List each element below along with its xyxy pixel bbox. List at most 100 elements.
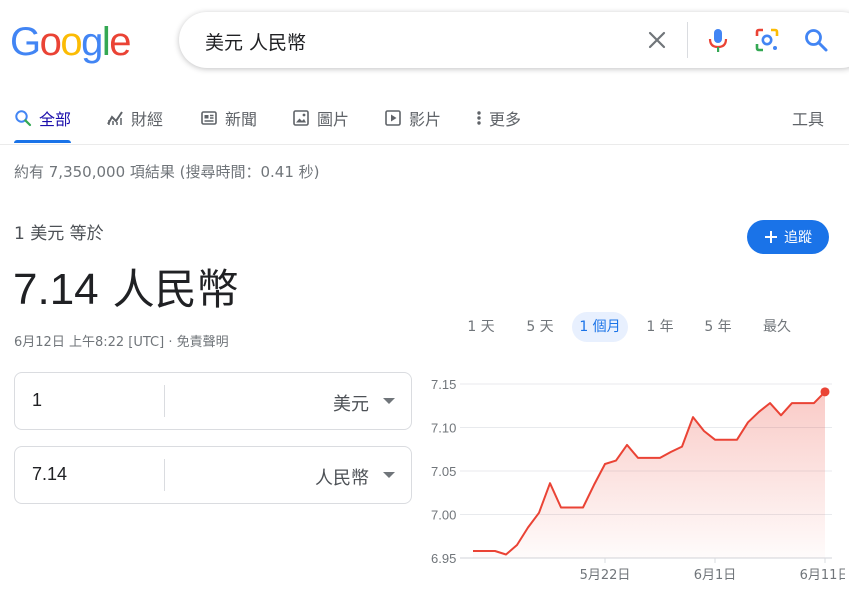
current-rate-point xyxy=(820,387,830,397)
rate-point xyxy=(791,402,793,404)
rate-point xyxy=(538,512,540,514)
follow-button[interactable]: 追蹤 xyxy=(747,220,829,254)
rate-point xyxy=(813,402,815,404)
field-divider xyxy=(164,385,165,417)
result-amount: 7.14 xyxy=(13,265,99,314)
y-tick-label: 7.10 xyxy=(431,421,456,436)
range-5-year[interactable]: 5 年 xyxy=(698,312,738,342)
rate-point xyxy=(736,438,738,440)
tab-images-label: 圖片 xyxy=(317,110,350,129)
range-1-day[interactable]: 1 天 xyxy=(462,312,500,342)
tab-finance-label: 財經 xyxy=(131,110,164,129)
close-icon xyxy=(648,31,666,49)
logo-letter: e xyxy=(109,20,131,64)
range-max[interactable]: 最久 xyxy=(758,312,796,342)
finance-icon xyxy=(107,111,123,125)
tab-all-label: 全部 xyxy=(39,110,72,129)
rate-point xyxy=(692,416,694,418)
search-icon xyxy=(15,110,32,127)
y-tick-label: 7.00 xyxy=(431,508,456,523)
rate-point xyxy=(582,506,584,508)
follow-label: 追蹤 xyxy=(784,230,812,246)
from-currency-select[interactable]: 美元 xyxy=(333,390,369,416)
conversion-equals-text: 1 美元 等於 xyxy=(14,224,104,244)
logo-letter: o xyxy=(60,20,82,64)
x-tick-label: 6月11日 xyxy=(800,568,845,583)
google-logo[interactable]: Google xyxy=(10,20,131,64)
conversion-result: 7.14 人民幣 xyxy=(13,256,239,317)
range-5-day[interactable]: 5 天 xyxy=(520,312,560,342)
search-input[interactable]: 美元 人民幣 xyxy=(205,28,306,55)
tab-videos[interactable]: 影片 xyxy=(384,106,441,130)
search-icon xyxy=(805,29,828,52)
rate-point xyxy=(560,506,562,508)
y-tick-label: 7.05 xyxy=(431,464,456,479)
tab-all[interactable]: 全部 xyxy=(14,106,72,143)
rate-point xyxy=(802,402,804,404)
range-1-month[interactable]: 1 個月 xyxy=(572,312,628,342)
search-divider xyxy=(687,22,688,58)
rate-point xyxy=(681,445,683,447)
rate-point xyxy=(494,550,496,552)
y-tick-label: 7.15 xyxy=(431,377,456,392)
logo-letter: G xyxy=(10,20,41,64)
rate-point xyxy=(549,482,551,484)
tools-label: 工具 xyxy=(792,110,825,129)
tab-news[interactable]: 新聞 xyxy=(200,106,257,130)
rate-point xyxy=(747,421,749,423)
search-tabs: 全部 財經 新聞 圖片 影片 更多 工具 xyxy=(0,100,849,145)
range-1-year[interactable]: 1 年 xyxy=(640,312,680,342)
rate-point xyxy=(703,430,705,432)
tab-news-label: 新聞 xyxy=(225,110,258,129)
camera-lens-icon xyxy=(755,28,779,52)
rate-point xyxy=(637,457,639,459)
more-vertical-icon xyxy=(477,111,481,125)
microphone-icon xyxy=(708,29,728,52)
y-tick-label: 6.95 xyxy=(431,551,456,566)
rate-point xyxy=(571,506,573,508)
result-currency: 人民幣 xyxy=(112,265,239,314)
tab-more[interactable]: 更多 xyxy=(474,106,521,130)
rate-point xyxy=(769,402,771,404)
voice-search-button[interactable] xyxy=(704,26,732,54)
rate-timestamp[interactable]: 6月12日 上午8:22 [UTC] · 免責聲明 xyxy=(14,331,229,350)
rate-point xyxy=(472,550,474,552)
x-tick-label: 5月22日 xyxy=(580,568,631,583)
clear-search-button[interactable] xyxy=(643,26,671,54)
video-icon xyxy=(385,110,401,126)
rate-point xyxy=(648,457,650,459)
from-currency-row: 1 美元 xyxy=(14,372,412,430)
rate-point xyxy=(626,444,628,446)
logo-letter: g xyxy=(81,20,103,64)
dropdown-arrow-icon[interactable] xyxy=(383,472,395,478)
dropdown-arrow-icon[interactable] xyxy=(383,398,395,404)
to-currency-row: 7.14 人民幣 xyxy=(14,446,412,504)
rate-point xyxy=(670,451,672,453)
logo-letter: o xyxy=(39,20,62,64)
exchange-rate-chart[interactable]: 7.15 7.10 7.05 7.00 6.95 5月22日 6月1日 6月11日 xyxy=(420,366,845,591)
field-divider xyxy=(164,459,165,491)
plus-icon xyxy=(765,231,777,243)
from-amount-input[interactable]: 1 xyxy=(32,390,42,411)
image-icon xyxy=(293,110,309,126)
tab-more-label: 更多 xyxy=(489,110,522,129)
tab-images[interactable]: 圖片 xyxy=(292,106,349,130)
rate-point xyxy=(505,553,507,555)
lens-search-button[interactable] xyxy=(753,26,781,54)
rate-point xyxy=(604,463,606,465)
tools-button[interactable]: 工具 xyxy=(792,106,824,130)
rate-point xyxy=(516,544,518,546)
rate-point xyxy=(593,484,595,486)
to-amount-input[interactable]: 7.14 xyxy=(32,464,67,485)
tab-finance[interactable]: 財經 xyxy=(106,106,163,130)
search-box[interactable]: 美元 人民幣 xyxy=(179,12,849,68)
news-icon xyxy=(201,111,217,125)
rate-area-fill xyxy=(473,391,825,558)
rate-point xyxy=(780,414,782,416)
rate-point xyxy=(483,550,485,552)
to-currency-select[interactable]: 人民幣 xyxy=(315,464,369,490)
tab-videos-label: 影片 xyxy=(409,110,442,129)
rate-point xyxy=(725,438,727,440)
result-stats: 約有 7,350,000 項結果 (搜尋時間：0.41 秒) xyxy=(14,163,320,181)
search-button[interactable] xyxy=(802,26,830,54)
